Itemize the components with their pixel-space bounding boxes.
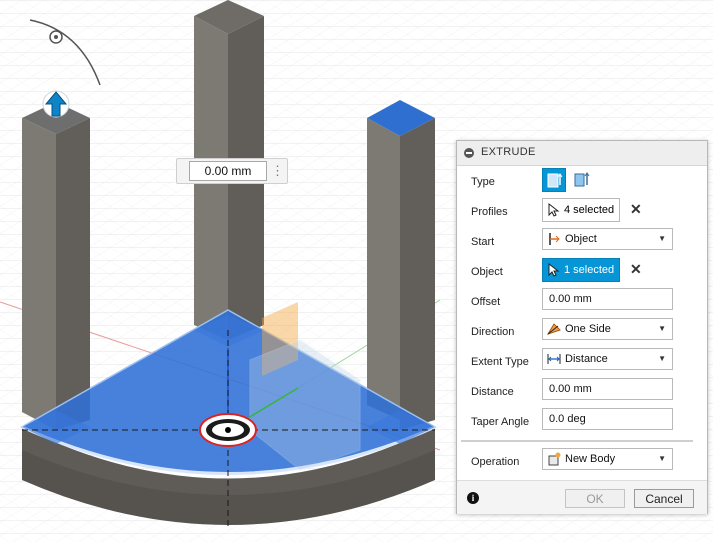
- one-side-icon: [547, 323, 561, 335]
- thin-extrude-icon: [574, 172, 590, 187]
- direction-dropdown[interactable]: One Side ▼: [542, 318, 673, 340]
- operation-label: Operation: [471, 456, 520, 468]
- panel-footer: i OK Cancel: [457, 480, 707, 514]
- direction-value: One Side: [565, 323, 611, 335]
- left-column-right: [56, 118, 90, 430]
- profiles-label: Profiles: [471, 206, 508, 218]
- panel-header: EXTRUDE: [457, 141, 707, 166]
- object-select-button[interactable]: 1 selected: [542, 258, 620, 282]
- extent-type-label: Extent Type: [471, 356, 529, 368]
- type-solid-button[interactable]: [542, 168, 566, 192]
- left-column-left: [22, 118, 56, 430]
- offset-value: 0.00 mm: [549, 293, 592, 305]
- right-column-right: [400, 118, 435, 430]
- distance-value: 0.00 mm: [549, 383, 592, 395]
- type-thin-button[interactable]: [571, 168, 595, 192]
- profiles-value: 4 selected: [564, 204, 615, 216]
- start-label: Start: [471, 236, 495, 248]
- collapse-icon[interactable]: [464, 148, 474, 158]
- new-body-icon: [548, 452, 561, 466]
- more-options-icon[interactable]: ⋮: [271, 162, 284, 180]
- taper-angle-label: Taper Angle: [471, 416, 530, 428]
- cursor-arrow-icon: [548, 263, 560, 277]
- distance-input[interactable]: 0.00 mm: [542, 378, 673, 400]
- object-clear-icon[interactable]: ✕: [630, 261, 642, 278]
- offset-input[interactable]: 0.00 mm: [542, 288, 673, 310]
- object-value: 1 selected: [564, 264, 615, 276]
- divider: [461, 440, 693, 442]
- extrude-panel: EXTRUDE Type Profiles 4 selected ✕ Start…: [456, 140, 708, 514]
- cursor-arrow-icon: [548, 203, 560, 217]
- distance-icon: [547, 354, 561, 364]
- chevron-down-icon: ▼: [658, 454, 666, 463]
- offset-label: Offset: [471, 296, 501, 308]
- panel-title: EXTRUDE: [481, 146, 536, 158]
- chevron-down-icon: ▼: [658, 234, 666, 243]
- taper-angle-input[interactable]: 0.0 deg: [542, 408, 673, 430]
- info-icon[interactable]: i: [467, 492, 479, 504]
- ok-button[interactable]: OK: [565, 489, 625, 508]
- profiles-clear-icon[interactable]: ✕: [630, 201, 642, 218]
- right-column-left: [367, 118, 400, 420]
- start-object-icon: [549, 233, 560, 245]
- rotate-handle-dot: [54, 35, 58, 39]
- start-dropdown[interactable]: Object ▼: [542, 228, 673, 250]
- operation-dropdown[interactable]: New Body ▼: [542, 448, 673, 470]
- direction-label: Direction: [471, 326, 515, 338]
- chevron-down-icon: ▼: [658, 354, 666, 363]
- extrude-arrow-icon[interactable]: [42, 90, 70, 118]
- extent-type-value: Distance: [565, 353, 608, 365]
- distance-label: Distance: [471, 386, 514, 398]
- distance-manipulator-box: 0.00 mm ⋮: [176, 158, 288, 184]
- solid-extrude-icon: [547, 173, 563, 188]
- type-label: Type: [471, 176, 495, 188]
- chevron-down-icon: ▼: [658, 324, 666, 333]
- cancel-button[interactable]: Cancel: [634, 489, 694, 508]
- start-value: Object: [565, 233, 597, 245]
- profiles-select-button[interactable]: 4 selected: [542, 198, 620, 222]
- operation-value: New Body: [565, 453, 616, 465]
- object-label: Object: [471, 266, 503, 278]
- distance-manipulator-input[interactable]: 0.00 mm: [189, 161, 267, 181]
- extent-type-dropdown[interactable]: Distance ▼: [542, 348, 673, 370]
- origin-point: [225, 427, 231, 433]
- taper-angle-value: 0.0 deg: [549, 413, 586, 425]
